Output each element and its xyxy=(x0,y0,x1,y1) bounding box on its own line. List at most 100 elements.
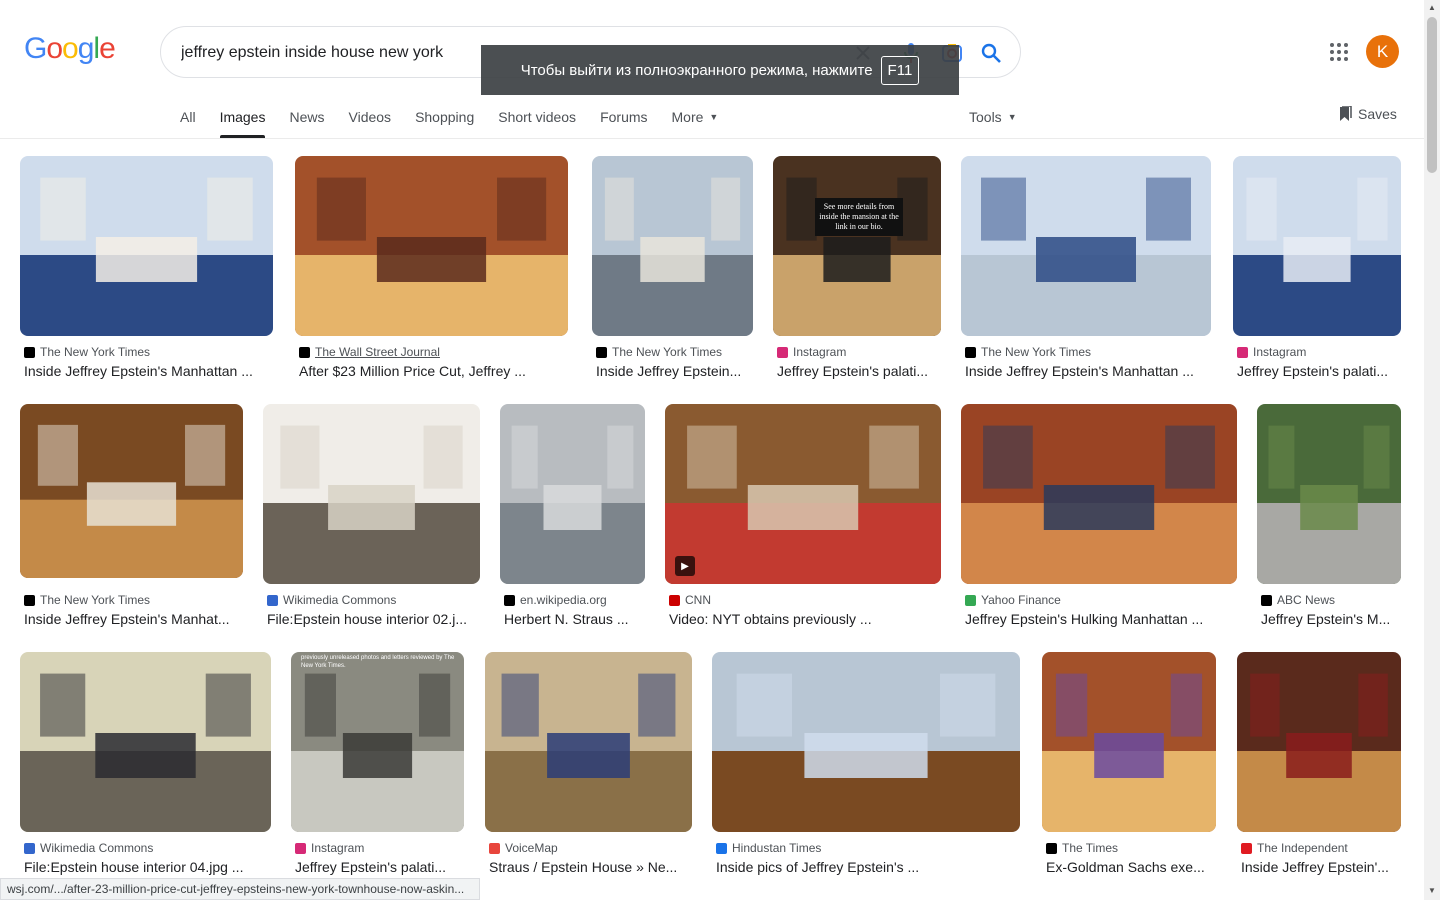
apps-grid-icon[interactable] xyxy=(1327,40,1351,64)
tab-all[interactable]: All xyxy=(180,104,196,138)
result-title[interactable]: Inside pics of Jeffrey Epstein's ... xyxy=(716,859,1024,875)
result-source[interactable]: The Independent xyxy=(1241,841,1348,855)
result-thumbnail[interactable] xyxy=(500,404,645,584)
result-title[interactable]: Jeffrey Epstein's palati... xyxy=(295,859,468,875)
result-title[interactable]: Straus / Epstein House » Ne... xyxy=(489,859,696,875)
result-thumbnail[interactable]: ▶ xyxy=(665,404,941,584)
result-title[interactable]: File:Epstein house interior 04.jpg ... xyxy=(24,859,275,875)
source-favicon-icon xyxy=(965,346,976,358)
result-title[interactable]: Video: NYT obtains previously ... xyxy=(669,611,945,627)
result-thumbnail[interactable]: previously unreleased photos and letters… xyxy=(291,652,464,832)
tab-images[interactable]: Images xyxy=(219,104,266,138)
result-thumbnail[interactable] xyxy=(295,156,568,336)
result-source[interactable]: VoiceMap xyxy=(489,841,558,855)
result-source[interactable]: Wikimedia Commons xyxy=(24,841,153,855)
source-label: The New York Times xyxy=(40,345,151,359)
source-favicon-icon xyxy=(299,346,310,358)
search-icon[interactable] xyxy=(979,41,1003,65)
result-thumbnail[interactable] xyxy=(20,404,243,578)
tab-label: Images xyxy=(219,109,266,125)
result-source[interactable]: Yahoo Finance xyxy=(965,593,1061,607)
source-label: CNN xyxy=(685,593,711,607)
result-title[interactable]: Jeffrey Epstein's palati... xyxy=(777,363,945,379)
result-source[interactable]: The Times xyxy=(1046,841,1118,855)
result-thumbnail[interactable] xyxy=(485,652,692,832)
scrollbar-thumb[interactable] xyxy=(1427,17,1437,173)
result-thumbnail[interactable] xyxy=(1233,156,1401,336)
result-thumbnail[interactable] xyxy=(961,404,1237,584)
source-favicon-icon xyxy=(267,594,278,606)
source-label: The New York Times xyxy=(981,345,1092,359)
result-title[interactable]: Jeffrey Epstein's M... xyxy=(1261,611,1411,627)
result-title[interactable]: After $23 Million Price Cut, Jeffrey ... xyxy=(299,363,572,379)
result-title[interactable]: Inside Jeffrey Epstein'... xyxy=(1241,859,1405,875)
logo-letter: g xyxy=(77,32,95,65)
result-thumbnail[interactable] xyxy=(263,404,480,584)
result-source[interactable]: The New York Times xyxy=(24,345,150,359)
tab-label: Forums xyxy=(600,109,648,125)
result-thumbnail[interactable] xyxy=(592,156,753,336)
result-thumbnail[interactable] xyxy=(712,652,1020,832)
result-thumbnail[interactable]: See more details from inside the mansion… xyxy=(773,156,941,336)
source-label: The Times xyxy=(1062,841,1119,855)
tab-forums[interactable]: Forums xyxy=(600,104,647,138)
result-thumbnail[interactable] xyxy=(20,156,273,336)
result-title[interactable]: Inside Jeffrey Epstein... xyxy=(596,363,757,379)
result-thumbnail[interactable] xyxy=(1257,404,1401,584)
result-source[interactable]: The Wall Street Journal xyxy=(299,345,440,359)
result-thumbnail[interactable] xyxy=(1237,652,1401,832)
source-favicon-icon xyxy=(24,594,35,606)
source-label: ABC News xyxy=(1277,593,1336,607)
result-source[interactable]: The New York Times xyxy=(24,593,150,607)
result-source[interactable]: Wikimedia Commons xyxy=(267,593,396,607)
source-label: Wikimedia Commons xyxy=(283,593,397,607)
result-thumbnail[interactable] xyxy=(20,652,271,832)
source-label: Instagram xyxy=(793,345,847,359)
caret-down-icon: ▼ xyxy=(709,112,719,122)
tab-news[interactable]: News xyxy=(289,104,324,138)
scroll-down-arrow-icon[interactable]: ▼ xyxy=(1428,886,1436,895)
tab-videos[interactable]: Videos xyxy=(349,104,392,138)
source-favicon-icon xyxy=(24,842,35,854)
source-label: en.wikipedia.org xyxy=(520,593,607,607)
result-title[interactable]: Ex-Goldman Sachs exe... xyxy=(1046,859,1220,875)
tab-more[interactable]: More ▼ xyxy=(672,104,719,138)
source-favicon-icon xyxy=(1261,594,1272,606)
result-source[interactable]: The New York Times xyxy=(965,345,1091,359)
tab-short-videos[interactable]: Short videos xyxy=(498,104,576,138)
header-divider xyxy=(0,138,1424,139)
tab-label: News xyxy=(289,109,325,125)
source-favicon-icon xyxy=(504,594,515,606)
result-source[interactable]: Instagram xyxy=(295,841,364,855)
result-title[interactable]: Herbert N. Straus ... xyxy=(504,611,654,627)
result-source[interactable]: Instagram xyxy=(777,345,846,359)
google-logo[interactable]: Google xyxy=(24,32,116,66)
result-thumbnail[interactable] xyxy=(1042,652,1216,832)
result-title[interactable]: Inside Jeffrey Epstein's Manhattan ... xyxy=(965,363,1215,379)
tab-label: More xyxy=(671,109,704,125)
tab-shopping[interactable]: Shopping xyxy=(415,104,474,138)
result-title[interactable]: Inside Jeffrey Epstein's Manhattan ... xyxy=(24,363,277,379)
tab-label: Shopping xyxy=(415,109,475,125)
source-favicon-icon xyxy=(669,594,680,606)
tools-button[interactable]: Tools ▼ xyxy=(969,104,1017,130)
fullscreen-key: F11 xyxy=(880,55,920,85)
source-label: Instagram xyxy=(1253,345,1307,359)
result-title[interactable]: Jeffrey Epstein's palati... xyxy=(1237,363,1405,379)
saves-button[interactable]: Saves xyxy=(1338,101,1397,127)
source-favicon-icon xyxy=(1237,346,1248,358)
scroll-up-arrow-icon[interactable]: ▲ xyxy=(1428,3,1436,12)
result-thumbnail[interactable] xyxy=(961,156,1211,336)
result-title[interactable]: File:Epstein house interior 02.j... xyxy=(267,611,484,627)
avatar[interactable]: K xyxy=(1366,35,1399,68)
result-title[interactable]: Jeffrey Epstein's Hulking Manhattan ... xyxy=(965,611,1241,627)
result-source[interactable]: CNN xyxy=(669,593,711,607)
result-source[interactable]: ABC News xyxy=(1261,593,1335,607)
fullscreen-notice-text: Чтобы выйти из полноэкранного режима, на… xyxy=(520,61,873,79)
result-source[interactable]: Hindustan Times xyxy=(716,841,821,855)
result-source[interactable]: The New York Times xyxy=(596,345,722,359)
result-source[interactable]: Instagram xyxy=(1237,345,1306,359)
source-label: Hindustan Times xyxy=(732,841,822,855)
result-title[interactable]: Inside Jeffrey Epstein's Manhat... xyxy=(24,611,247,627)
result-source[interactable]: en.wikipedia.org xyxy=(504,593,607,607)
